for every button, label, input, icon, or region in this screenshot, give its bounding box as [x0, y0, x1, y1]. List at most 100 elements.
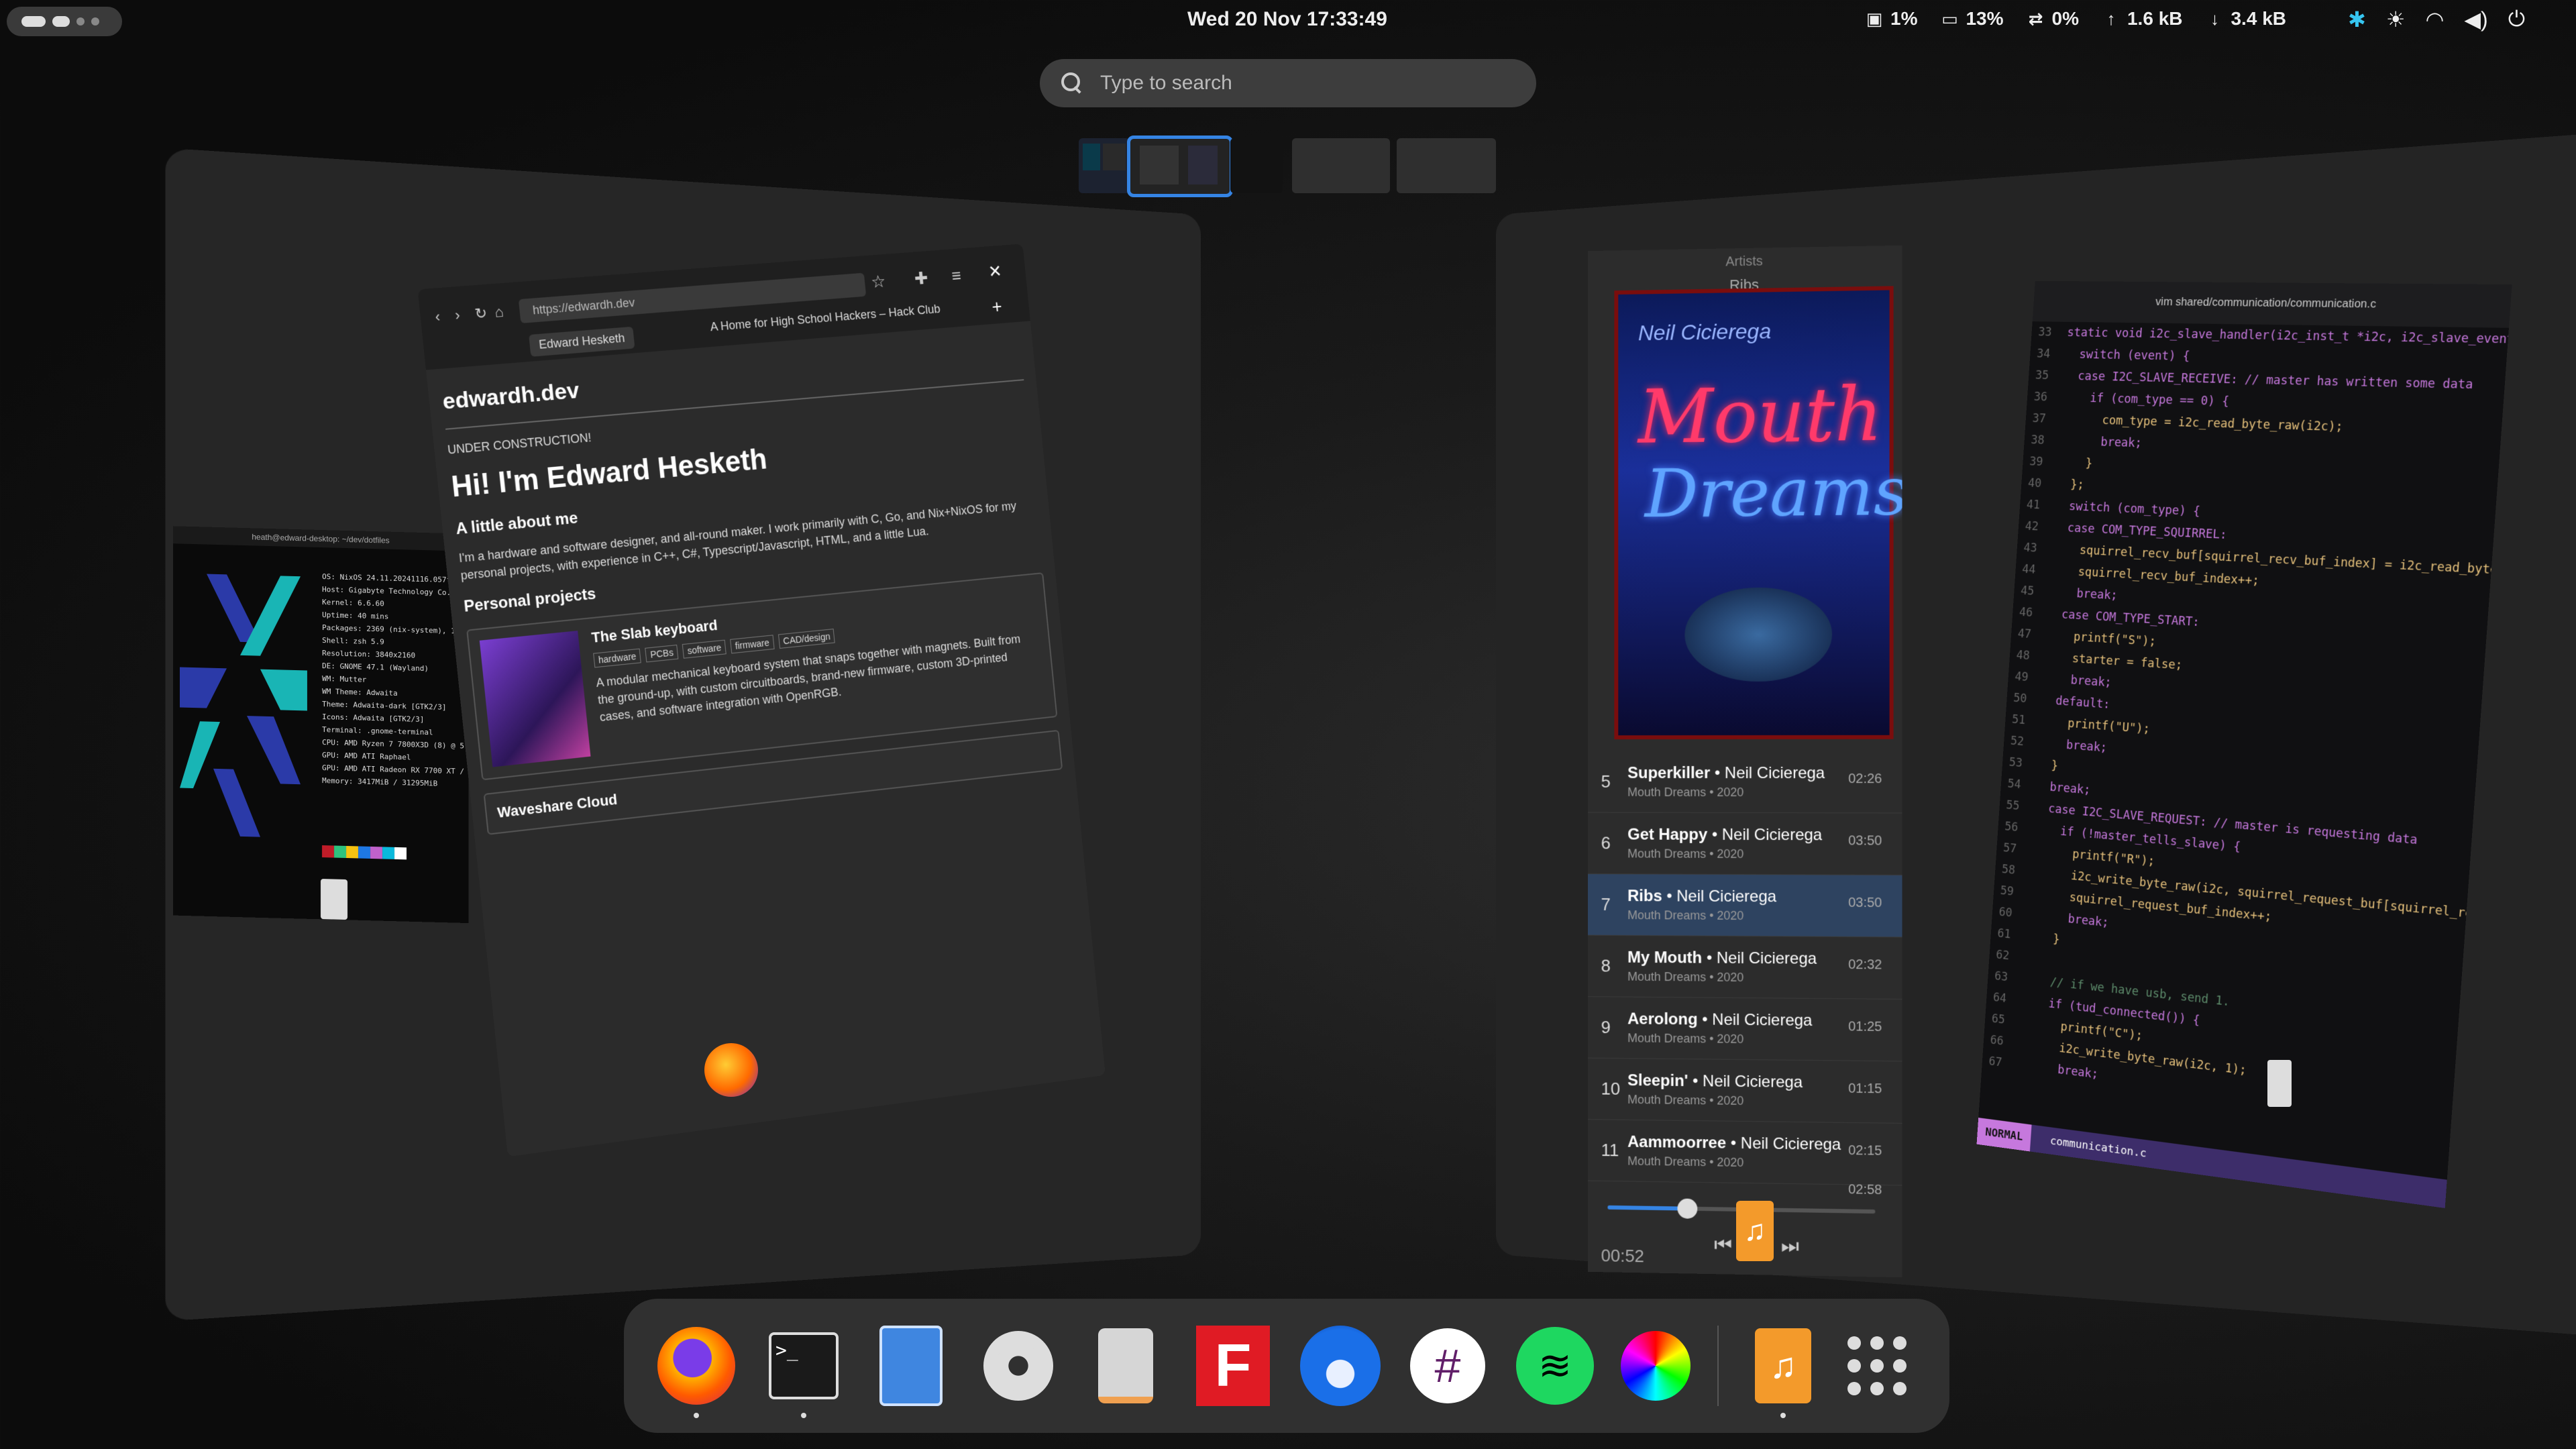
- workspace-indicator[interactable]: [91, 17, 99, 25]
- home-icon[interactable]: ⌂: [494, 303, 504, 321]
- dock-slack[interactable]: #: [1402, 1320, 1493, 1411]
- reload-icon[interactable]: ↻: [474, 305, 488, 323]
- dock-fragments[interactable]: F: [1187, 1320, 1279, 1411]
- system-menu[interactable]: ✱ ☀ ◠ ◀) ⏻: [2348, 7, 2525, 32]
- music-player-window[interactable]: Artists Ribs Neil Cicierega Mouth Dreams…: [1587, 245, 1902, 1278]
- dock-music-player[interactable]: ♫: [1737, 1320, 1829, 1418]
- track-list: 5 Superkiller • Neil Cicierega Mouth Dream…: [1587, 751, 1902, 1186]
- bookmark-star-icon[interactable]: ☆: [870, 271, 887, 292]
- track-title: My Mouth: [1627, 948, 1703, 967]
- new-tab-icon[interactable]: +: [991, 296, 1003, 317]
- track-row[interactable]: 11 Aammoorree • Neil Cicierega Mouth Dream…: [1587, 1120, 1902, 1186]
- track-album: Mouth Dreams • 2020: [1627, 847, 1744, 861]
- forward-icon[interactable]: ›: [454, 307, 461, 325]
- line-number: 55: [2005, 798, 2021, 814]
- line-number: 61: [1996, 926, 2012, 942]
- download-indicator[interactable]: ↓ 3.4 kB: [2205, 8, 2286, 30]
- track-row-playing[interactable]: 7 Ribs • Neil Cicierega Mouth Dreams • 202…: [1587, 874, 1902, 938]
- dock-settings[interactable]: [973, 1320, 1064, 1411]
- code-text: }: [2037, 757, 2059, 773]
- activities-button[interactable]: [7, 7, 122, 36]
- memory-indicator[interactable]: ▭ 13%: [1940, 8, 2003, 30]
- workspace-thumbnail-3[interactable]: [1230, 138, 1283, 193]
- search-input[interactable]: [1099, 71, 1504, 95]
- track-number: 8: [1601, 955, 1611, 976]
- dock-files[interactable]: [865, 1320, 957, 1411]
- code-text: }: [2025, 929, 2061, 947]
- terminal-window[interactable]: heath@edward-desktop: ~/dev/dotfiles OS:…: [173, 526, 468, 923]
- workspace-indicator-active[interactable]: [21, 16, 46, 27]
- workspace-indicator[interactable]: [76, 17, 85, 25]
- tab-edward-hesketh[interactable]: Edward Hesketh: [529, 326, 635, 357]
- line-number: 34: [2036, 347, 2051, 361]
- track-artist: Neil Cicierega: [1721, 825, 1823, 845]
- upload-indicator[interactable]: ↑ 1.6 kB: [2102, 8, 2182, 30]
- line-number: 45: [2020, 584, 2035, 598]
- track-duration: 02:32: [1848, 957, 1882, 973]
- close-icon[interactable]: ✕: [987, 261, 1003, 282]
- track-row[interactable]: 6 Get Happy • Neil Cicierega Mouth Dreams …: [1587, 812, 1902, 875]
- wifi-icon[interactable]: ◠: [2426, 7, 2445, 32]
- dock-firefox[interactable]: [651, 1320, 742, 1418]
- track-row[interactable]: 10 Sleepin' • Neil Cicierega Mouth Dreams …: [1587, 1058, 1902, 1124]
- tag: CAD/design: [777, 629, 836, 649]
- terminal-app-badge: [321, 879, 347, 920]
- system-monitor[interactable]: ▣ 1% ▭ 13% ⇄ 0% ↑ 1.6 kB ↓ 3.4 kB: [1865, 8, 2286, 30]
- cpu-indicator[interactable]: ▣ 1%: [1865, 8, 1918, 30]
- code-text: switch (com_type) {: [2055, 499, 2201, 519]
- previous-icon[interactable]: ⏮: [1714, 1234, 1732, 1256]
- dock-terminal[interactable]: >_: [758, 1320, 849, 1418]
- menu-icon[interactable]: ≡: [951, 266, 962, 286]
- workspace-thumbnail-1[interactable]: [1079, 138, 1130, 193]
- dock: >_ F # ≋ ♫: [624, 1299, 1949, 1433]
- vim-file: communication.c: [2049, 1134, 2147, 1160]
- nixos-logo: [180, 567, 307, 852]
- workspace-thumbnail-5[interactable]: [1397, 138, 1496, 193]
- line-number: 62: [1995, 948, 2010, 963]
- files-icon: [879, 1326, 943, 1406]
- track-album: Mouth Dreams • 2020: [1627, 969, 1744, 984]
- track-number: 10: [1601, 1078, 1621, 1099]
- firefox-window[interactable]: https://edwardh.dev Edward Hesketh A Hom…: [417, 244, 1106, 1157]
- dock-color-picker[interactable]: [1610, 1320, 1701, 1411]
- volume-icon[interactable]: ◀): [2464, 7, 2487, 32]
- track-duration: 01:15: [1848, 1081, 1882, 1097]
- tag: hardware: [593, 648, 642, 668]
- track-row[interactable]: 9 Aerolong • Neil Cicierega Mouth Dreams •…: [1587, 997, 1902, 1062]
- workspace-thumbnail-2[interactable]: [1127, 136, 1233, 197]
- seek-knob[interactable]: [1677, 1198, 1698, 1219]
- line-number: 33: [2037, 325, 2053, 339]
- clock[interactable]: Wed 20 Nov 17:33:49: [1187, 8, 1387, 31]
- track-title: Get Happy: [1627, 825, 1708, 844]
- track-title: Sleepin': [1627, 1071, 1688, 1091]
- dock-thunderbird[interactable]: [1295, 1320, 1386, 1411]
- next-icon[interactable]: ⏭: [1781, 1235, 1799, 1258]
- back-icon[interactable]: ‹: [434, 308, 441, 326]
- track-number: 5: [1601, 771, 1611, 792]
- track-row[interactable]: 5 Superkiller • Neil Cicierega Mouth Dream…: [1587, 751, 1902, 814]
- extensions-icon[interactable]: ✚: [914, 268, 929, 288]
- vim-editor-window[interactable]: vim shared/communication/communication.c…: [1976, 280, 2512, 1208]
- dock-app-grid[interactable]: [1831, 1320, 1923, 1411]
- track-album: Mouth Dreams • 2020: [1627, 1092, 1744, 1108]
- brightness-icon[interactable]: ☀: [2386, 7, 2406, 32]
- track-number: 6: [1601, 833, 1611, 853]
- dock-calculator[interactable]: [1080, 1320, 1171, 1411]
- line-number: 49: [2014, 669, 2029, 685]
- code-text: switch (event) {: [2065, 347, 2190, 364]
- workspace-indicator[interactable]: [52, 16, 70, 27]
- line-number: 38: [2030, 433, 2045, 447]
- tab-hack-club[interactable]: A Home for High School Hackers – Hack Cl…: [710, 303, 941, 335]
- code-text: if (com_type == 0) {: [2062, 390, 2230, 409]
- code-area[interactable]: 33 static void i2c_slave_handler(i2c_inst…: [1982, 321, 2512, 1130]
- color-picker-icon: [1621, 1331, 1690, 1401]
- track-album: Mouth Dreams • 2020: [1627, 908, 1744, 922]
- track-row[interactable]: 8 My Mouth • Neil Cicierega Mouth Dreams •…: [1587, 935, 1902, 1000]
- swap-indicator[interactable]: ⇄ 0%: [2027, 8, 2079, 30]
- slack-tray-icon[interactable]: ✱: [2348, 7, 2366, 32]
- dock-spotify[interactable]: ≋: [1509, 1320, 1601, 1411]
- line-number: 63: [1994, 969, 2008, 985]
- workspace-thumbnail-4[interactable]: [1292, 138, 1390, 193]
- power-icon[interactable]: ⏻: [2508, 7, 2525, 32]
- search-bar[interactable]: [1040, 59, 1536, 107]
